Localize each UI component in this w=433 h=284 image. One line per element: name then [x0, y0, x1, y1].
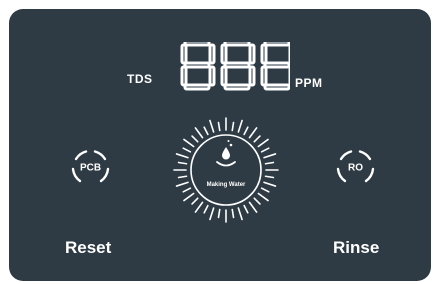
- display-digit: [180, 42, 216, 91]
- display-digit: [220, 42, 256, 91]
- sunburst-dial-icon: [173, 117, 279, 223]
- dial-tick: [231, 208, 235, 219]
- segment: [248, 43, 256, 65]
- segment: [208, 43, 216, 65]
- dial-tick: [177, 161, 188, 165]
- dial-tick: [248, 201, 258, 213]
- dial-tick: [191, 197, 199, 205]
- dial-tick: [260, 147, 270, 153]
- dial-tick: [260, 187, 270, 193]
- segment: [180, 43, 188, 65]
- dial-tick: [182, 187, 192, 193]
- dial-tick: [237, 207, 243, 221]
- segment: [260, 65, 268, 87]
- reset-button[interactable]: Reset: [65, 238, 111, 258]
- dial-tick: [257, 192, 269, 202]
- pcb-label: PCB: [79, 162, 102, 173]
- dial-tick: [264, 161, 275, 165]
- ro-label: RO: [348, 162, 363, 173]
- dial-tick: [183, 138, 195, 148]
- segment: [223, 42, 251, 47]
- segment: [223, 61, 251, 69]
- display-digit: [260, 42, 290, 91]
- segment: [263, 83, 290, 91]
- segment: [220, 65, 228, 87]
- dial-tick: [194, 201, 204, 213]
- segment: [260, 43, 268, 65]
- dial-tick: [191, 135, 199, 143]
- segment: [263, 61, 290, 69]
- ppm-label: PPM: [295, 76, 323, 90]
- dial-tick: [203, 204, 209, 214]
- dial-tick: [203, 126, 209, 136]
- segment: [180, 65, 188, 87]
- control-panel: TDS 888 PPM PCB Making Water: [9, 9, 431, 281]
- dial-tick: [231, 121, 235, 132]
- segment: [263, 42, 290, 47]
- rinse-button[interactable]: Rinse: [333, 238, 379, 258]
- dial-tick: [257, 138, 269, 148]
- tds-label: TDS: [127, 72, 153, 86]
- dial-tick: [209, 207, 215, 221]
- dial-tick: [237, 119, 243, 133]
- segment: [208, 65, 216, 87]
- water-drop-icon: [222, 140, 233, 160]
- dial-tick: [253, 197, 261, 205]
- segment: [183, 42, 211, 47]
- segment: [183, 61, 211, 69]
- segment: [248, 65, 256, 87]
- dial-tick: [183, 192, 195, 202]
- pcb-button[interactable]: PCB: [68, 145, 113, 190]
- segment: [220, 43, 228, 65]
- smile-arc-icon: [216, 161, 236, 167]
- dial-tick: [243, 126, 249, 136]
- dial-tick: [209, 119, 215, 133]
- segment: [223, 83, 251, 91]
- dial-tick: [217, 121, 221, 132]
- dial-tick: [248, 127, 258, 139]
- status-text: Making Water: [206, 182, 246, 188]
- dial-tick: [182, 147, 192, 153]
- segment: [183, 83, 211, 91]
- dial-tick: [177, 175, 188, 179]
- dial-tick: [243, 204, 249, 214]
- dial-tick: [217, 208, 221, 219]
- seven-segment-display: [180, 42, 290, 91]
- dial-tick: [194, 127, 204, 139]
- ro-button[interactable]: RO: [333, 145, 378, 190]
- dial-tick: [175, 153, 189, 159]
- dial-tick: [264, 175, 275, 179]
- making-water-indicator: Making Water: [170, 114, 282, 226]
- dial-tick: [263, 153, 277, 159]
- dial-tick: [253, 135, 261, 143]
